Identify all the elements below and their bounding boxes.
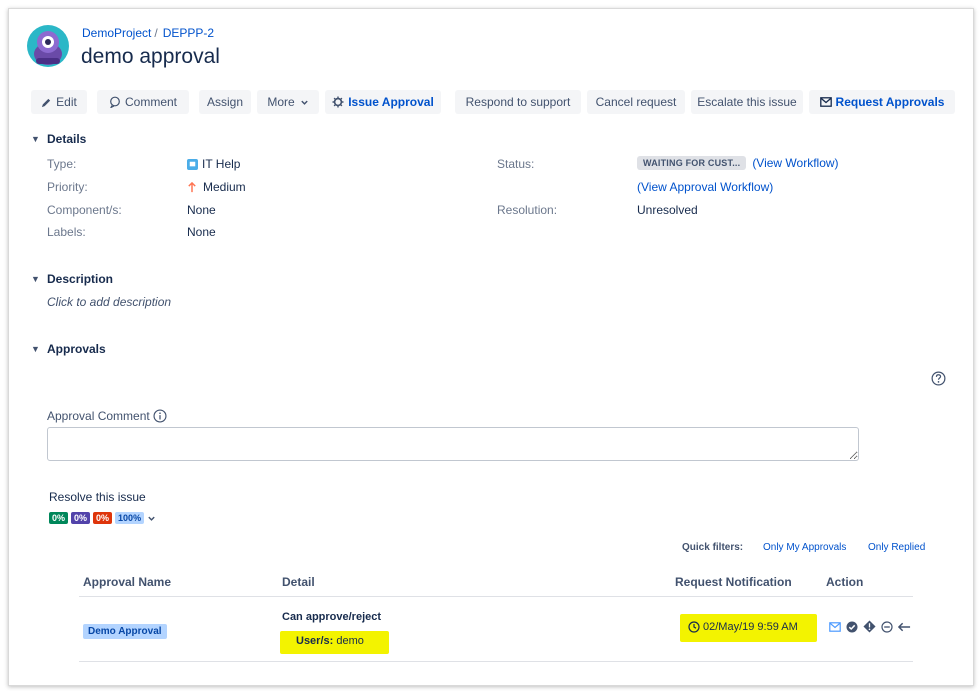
column-header-detail: Detail: [282, 575, 315, 589]
component-label: Component/s:: [47, 203, 122, 217]
progress-rejected-badge: 0%: [93, 512, 113, 524]
chevron-down-icon: ▼: [31, 274, 40, 284]
status-value: WAITING FOR CUST... (View Workflow): [637, 156, 839, 170]
warning-diamond-icon[interactable]: [863, 620, 876, 633]
assign-button[interactable]: Assign: [199, 90, 251, 114]
details-section-toggle[interactable]: ▼ Details: [31, 132, 86, 146]
breadcrumb-separator: /: [154, 26, 158, 40]
priority-label: Priority:: [47, 180, 88, 194]
resolve-progress: 0% 0% 0% 100%: [49, 512, 156, 524]
envelope-icon: [819, 97, 832, 107]
minus-circle-icon[interactable]: [881, 621, 893, 633]
type-value: IT Help: [187, 157, 240, 171]
column-header-approval-name: Approval Name: [83, 575, 172, 589]
comment-button[interactable]: Comment: [97, 90, 189, 114]
labels-value: None: [187, 225, 216, 239]
clock-icon: [688, 621, 700, 633]
quick-filters-label: Quick filters:: [682, 542, 744, 553]
cancel-request-button[interactable]: Cancel request: [587, 90, 685, 114]
progress-remaining-badge: 100%: [115, 512, 145, 524]
request-approvals-button[interactable]: Request Approvals: [809, 90, 955, 114]
description-placeholder[interactable]: Click to add description: [47, 295, 171, 309]
chevron-down-icon: ▼: [31, 134, 40, 144]
breadcrumb-project-link[interactable]: DemoProject: [82, 26, 151, 40]
resolve-issue-label: Resolve this issue: [49, 490, 146, 504]
respond-to-support-button[interactable]: Respond to support: [455, 90, 581, 114]
envelope-icon[interactable]: [829, 622, 841, 632]
comment-icon: [110, 96, 120, 108]
labels-label: Labels:: [47, 225, 86, 239]
approval-users: User/s: demo: [296, 635, 364, 647]
progress-approved-badge: 0%: [49, 512, 69, 524]
status-label: Status:: [497, 157, 535, 171]
breadcrumb-issue-link[interactable]: DEPPP-2: [163, 26, 214, 40]
filter-only-my-approvals[interactable]: Only My Approvals: [763, 542, 846, 553]
chevron-down-icon[interactable]: [147, 514, 156, 523]
column-header-request-notification: Request Notification: [675, 575, 792, 589]
gear-icon: [332, 96, 344, 108]
breadcrumb: DemoProject / DEPPP-2: [82, 26, 214, 40]
resolution-value: Unresolved: [637, 203, 698, 217]
approval-detail-title: Can approve/reject: [282, 611, 382, 623]
component-value: None: [187, 203, 216, 217]
pencil-icon: [42, 98, 51, 107]
table-header-divider: [79, 596, 913, 597]
project-avatar-icon[interactable]: [26, 24, 70, 68]
filter-only-replied[interactable]: Only Replied: [868, 542, 925, 553]
escalate-issue-button[interactable]: Escalate this issue: [691, 90, 803, 114]
type-label: Type:: [47, 157, 77, 171]
reply-arrow-icon[interactable]: [898, 622, 911, 632]
priority-arrow-up-icon: [188, 181, 196, 192]
view-workflow-link[interactable]: (View Workflow): [752, 156, 838, 170]
chevron-down-icon: ▼: [31, 344, 40, 354]
resolution-label: Resolution:: [497, 203, 558, 217]
issue-view-frame: DemoProject / DEPPP-2 demo approval Edit C…: [8, 8, 974, 686]
approval-name-tag[interactable]: Demo Approval: [83, 624, 167, 639]
more-button[interactable]: More: [257, 90, 319, 114]
column-header-action: Action: [826, 575, 864, 589]
help-icon[interactable]: [931, 371, 946, 386]
description-section-toggle[interactable]: ▼ Description: [31, 272, 113, 286]
edit-button[interactable]: Edit: [31, 90, 87, 114]
priority-value: Medium: [187, 180, 246, 194]
status-badge[interactable]: WAITING FOR CUST...: [637, 156, 747, 170]
it-help-type-icon: [187, 158, 198, 170]
check-circle-icon[interactable]: [846, 621, 858, 633]
progress-pending-badge: 0%: [71, 512, 91, 524]
approvals-section-toggle[interactable]: ▼ Approvals: [31, 342, 106, 356]
chevron-down-icon: [300, 100, 308, 105]
view-approval-workflow-link[interactable]: (View Approval Workflow): [637, 180, 773, 194]
table-row: Demo Approval: [83, 623, 167, 639]
approval-comment-input[interactable]: [47, 427, 859, 461]
table-row-divider: [79, 661, 913, 662]
page-title: demo approval: [81, 45, 220, 68]
info-icon[interactable]: [153, 409, 167, 423]
request-notification-time[interactable]: 02/May/19 9:59 AM: [688, 621, 798, 633]
issue-approval-button[interactable]: Issue Approval: [325, 90, 441, 114]
approval-comment-label: Approval Comment: [47, 409, 167, 423]
